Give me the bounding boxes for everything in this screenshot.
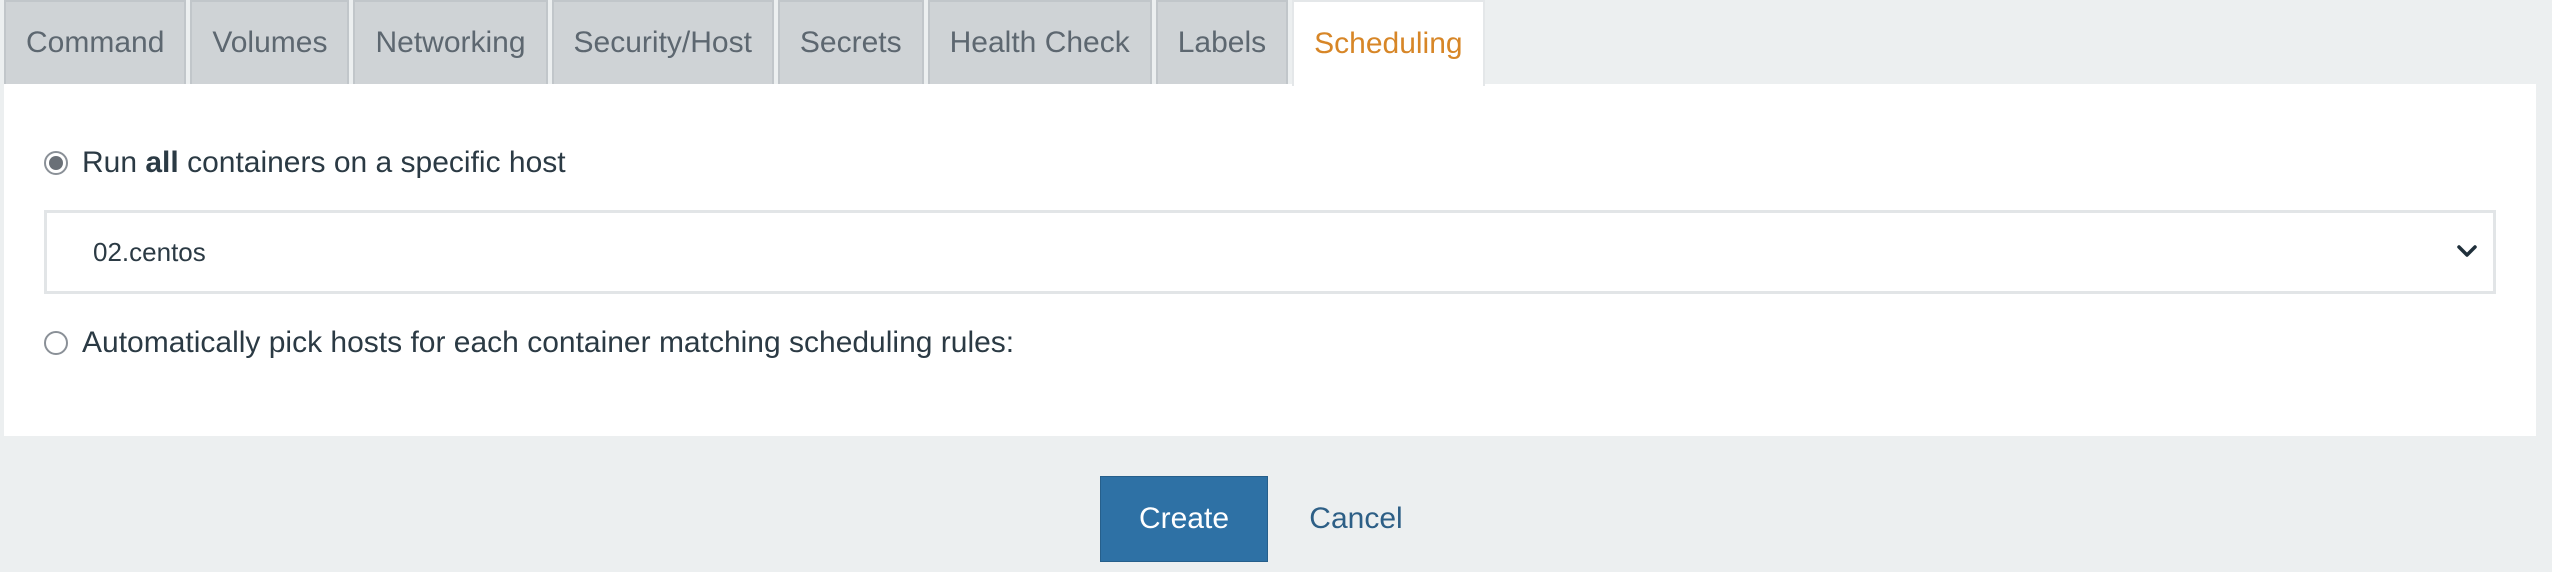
tab-secrets[interactable]: Secrets xyxy=(777,0,924,84)
auto-pick-label: Automatically pick hosts for each contai… xyxy=(82,326,1015,359)
tab-health-check[interactable]: Health Check xyxy=(927,0,1152,84)
specific-host-radio[interactable] xyxy=(44,151,68,175)
specific-host-option[interactable]: Run all containers on a specific host xyxy=(44,146,566,180)
tab-networking[interactable]: Networking xyxy=(353,0,548,84)
host-select-value: 02.centos xyxy=(93,236,206,267)
specific-host-label-bold: all xyxy=(145,146,179,179)
tab-labels[interactable]: Labels xyxy=(1155,0,1289,84)
auto-pick-radio[interactable] xyxy=(44,331,68,355)
tab-security-host[interactable]: Security/Host xyxy=(551,0,774,84)
tab-scheduling[interactable]: Scheduling xyxy=(1292,0,1485,86)
tab-volumes[interactable]: Volumes xyxy=(190,0,350,84)
host-select[interactable]: 02.centos xyxy=(44,210,2496,294)
auto-pick-option[interactable]: Automatically pick hosts for each contai… xyxy=(44,326,1014,360)
cancel-link[interactable]: Cancel xyxy=(1296,476,1416,562)
create-button[interactable]: Create xyxy=(1100,476,1268,562)
scheduling-panel: Run all containers on a specific host 02… xyxy=(4,84,2536,436)
tab-bar: Command Volumes Networking Security/Host… xyxy=(4,0,1489,86)
tab-command[interactable]: Command xyxy=(4,0,187,84)
specific-host-label-prefix: Run xyxy=(82,146,146,179)
chevron-down-icon xyxy=(2457,245,2477,257)
specific-host-label: Run all containers on a specific host xyxy=(82,146,566,180)
specific-host-label-suffix: containers on a specific host xyxy=(178,146,566,179)
